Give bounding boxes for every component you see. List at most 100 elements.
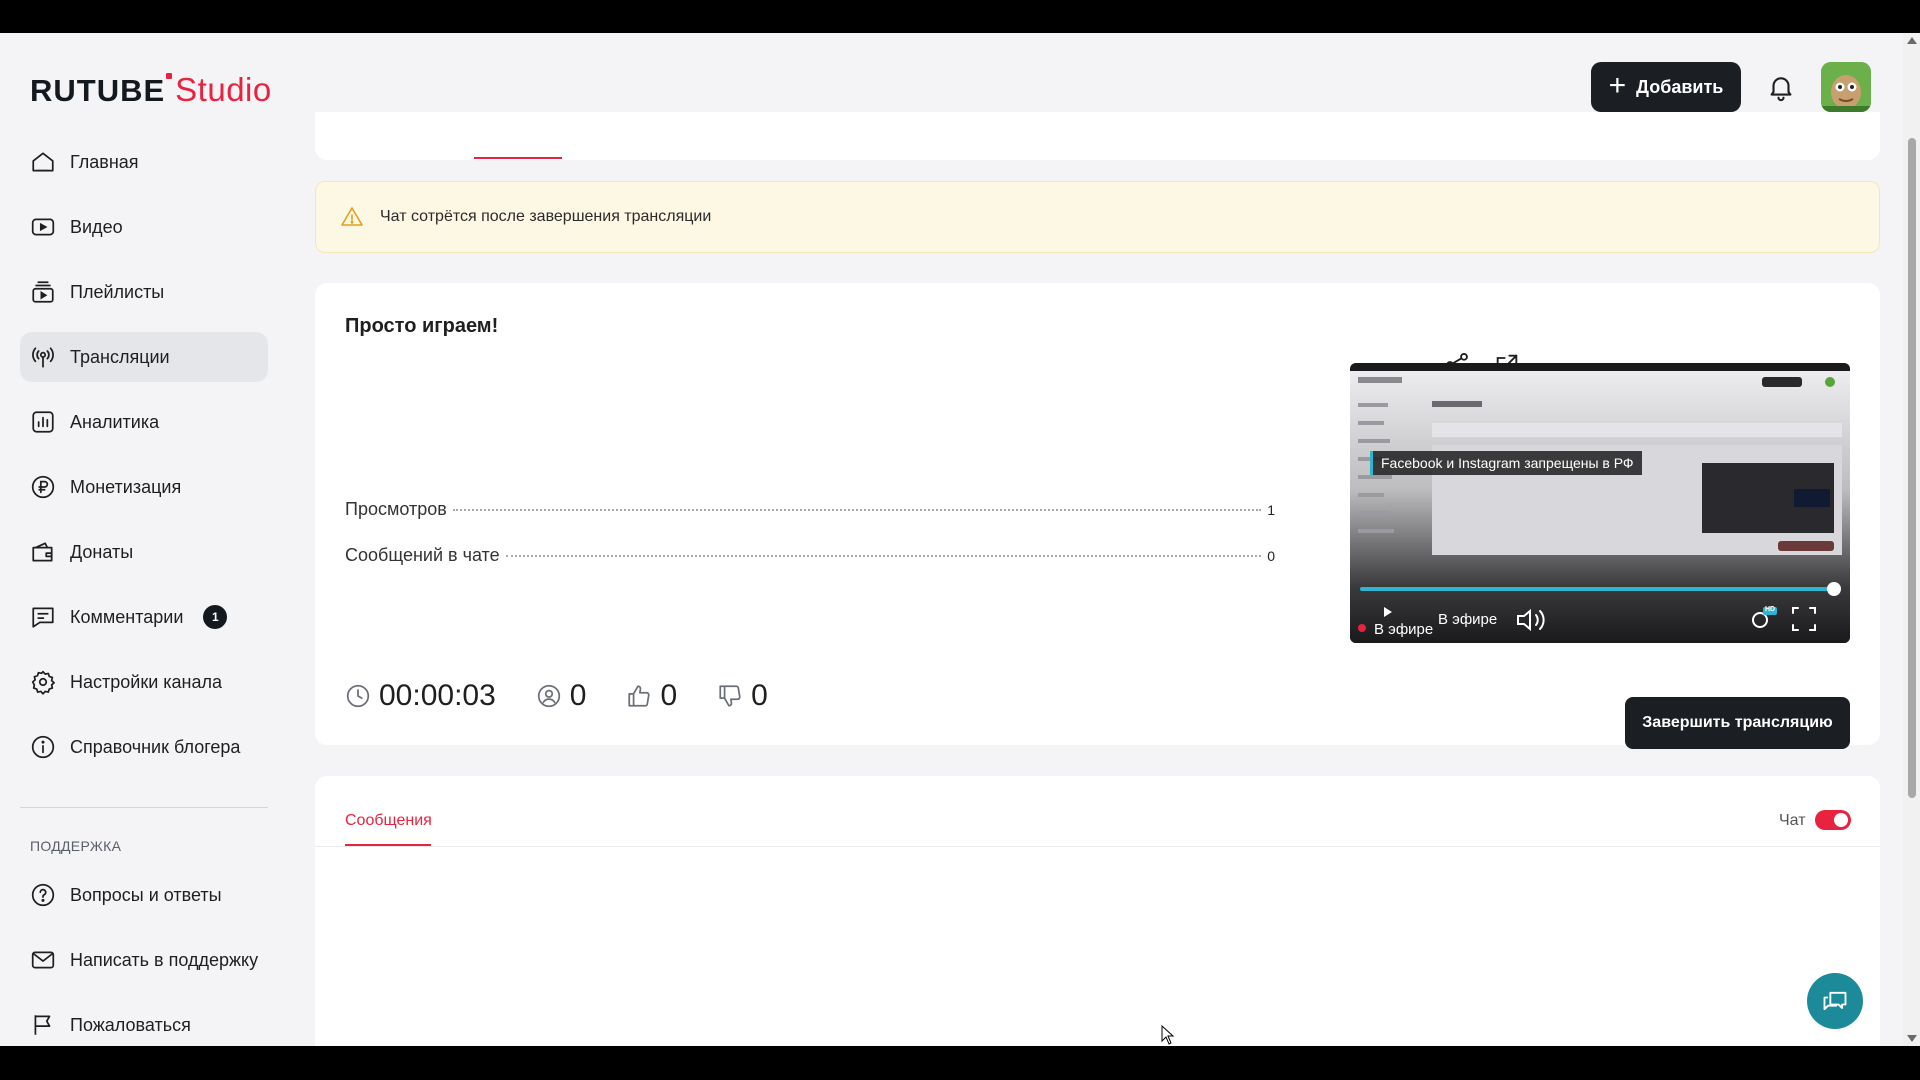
support-nav: Вопросы и ответы Написать в поддержку По… xyxy=(20,870,268,1046)
volume-icon[interactable] xyxy=(1510,607,1544,633)
stat-value: 1 xyxy=(1267,502,1275,518)
add-button[interactable]: + Добавить xyxy=(1591,62,1741,112)
chat-warning-banner: Чат сотрётся после завершения трансляции xyxy=(315,181,1880,253)
sidebar-item-label: Донаты xyxy=(70,541,134,562)
end-stream-button[interactable]: Завершить трансляцию xyxy=(1625,697,1850,749)
page-scrollbar[interactable] xyxy=(1903,33,1920,1046)
sidebar-item-faq[interactable]: Вопросы и ответы xyxy=(20,870,268,920)
stream-card: Просто играем! Просмотров 1 Сообщений в … xyxy=(315,283,1880,749)
sidebar-item-label: Настройки канала xyxy=(70,671,223,692)
sidebar-item-label: Главная xyxy=(70,151,139,172)
viewer-icon xyxy=(537,684,560,708)
wallet-icon xyxy=(32,542,53,562)
stream-metrics: 00:00:03 0 0 0 xyxy=(345,679,808,713)
metric-duration: 00:00:03 xyxy=(345,679,496,713)
mail-icon xyxy=(31,951,55,969)
bell-icon[interactable] xyxy=(1766,71,1796,103)
metric-viewers: 0 xyxy=(536,679,587,713)
chat-toggle-label: Чат xyxy=(1779,812,1806,829)
logo-studio: Studio xyxy=(175,71,272,108)
sidebar-item-channel-settings[interactable]: Настройки канала xyxy=(20,657,268,707)
video-icon xyxy=(31,218,55,236)
tab-messages[interactable]: Сообщения xyxy=(345,812,432,830)
player-live-label-partial: В эфире xyxy=(1438,611,1498,628)
sidebar-item-analytics[interactable]: Аналитика xyxy=(20,397,268,447)
sidebar-item-label: Видео xyxy=(70,216,123,237)
sidebar-item-home[interactable]: Главная xyxy=(20,137,268,187)
stat-value: 0 xyxy=(1267,548,1275,564)
sidebar-item-label: Вопросы и ответы xyxy=(70,884,222,905)
settings-icon[interactable] xyxy=(1748,607,1774,633)
metric-dislikes: 0 xyxy=(717,679,768,713)
add-button-label: Добавить xyxy=(1636,76,1724,97)
stat-views: Просмотров 1 xyxy=(345,499,1275,520)
sidebar-item-playlists[interactable]: Плейлисты xyxy=(20,267,268,317)
metric-likes: 0 xyxy=(626,679,677,713)
gear-icon xyxy=(31,670,55,695)
sidebar-item-comments[interactable]: Комментарии 1 xyxy=(20,592,268,642)
chat-bubbles-icon xyxy=(1823,991,1847,1011)
warning-icon xyxy=(341,207,363,226)
player-overlay-notice: Facebook и Instagram запрещены в РФ xyxy=(1370,451,1642,475)
sidebar-item-label: Справочник блогера xyxy=(70,736,241,757)
play-icon[interactable] xyxy=(1376,599,1400,623)
comments-count-badge: 1 xyxy=(203,605,228,629)
fullscreen-icon[interactable] xyxy=(1790,605,1818,633)
chat-divider xyxy=(315,846,1880,847)
viewers-value: 0 xyxy=(569,679,587,712)
warning-text: Чат сотрётся после завершения трансляции xyxy=(380,208,712,225)
info-icon xyxy=(31,735,55,759)
dislikes-value: 0 xyxy=(751,679,768,712)
stream-preview-player[interactable]: Facebook и Instagram запрещены в РФ В эф… xyxy=(1350,363,1850,643)
stat-label: Сообщений в чате xyxy=(345,545,500,565)
logo-dot xyxy=(166,73,173,79)
stream-title: Просто играем! xyxy=(345,315,499,337)
sidebar-divider xyxy=(20,807,268,808)
logo-rutube: RUTUBE xyxy=(30,73,166,108)
stat-label: Просмотров xyxy=(345,499,447,519)
scroll-down-arrow[interactable] xyxy=(1907,1035,1917,1042)
analytics-icon xyxy=(32,411,54,433)
sidebar-nav: Главная Видео Плейлисты Трансляции Анали… xyxy=(20,137,268,787)
studio-window: RUTUBE Studio + Добавить Главная Видео П… xyxy=(0,33,1920,1046)
sidebar-item-label: Написать в поддержку xyxy=(70,949,259,970)
sidebar-item-monetization[interactable]: Монетизация xyxy=(20,462,268,512)
sidebar-item-blogger-guide[interactable]: Справочник блогера xyxy=(20,722,268,772)
screen-bottom-bar xyxy=(0,1046,1920,1080)
ruble-icon xyxy=(31,475,55,499)
duration-value: 00:00:03 xyxy=(379,679,496,712)
sidebar-item-label: Монетизация xyxy=(70,476,182,497)
sidebar-item-donations[interactable]: Донаты xyxy=(20,527,268,577)
question-icon xyxy=(31,883,55,907)
sidebar-item-label: Трансляции xyxy=(70,346,170,367)
likes-value: 0 xyxy=(660,679,678,712)
sidebar-item-label: Аналитика xyxy=(70,411,160,432)
support-section-title: ПОДДЕРЖКА xyxy=(30,838,122,854)
stat-chat-messages: Сообщений в чате 0 xyxy=(345,545,1275,566)
comment-icon xyxy=(32,607,54,628)
sidebar-item-video[interactable]: Видео xyxy=(20,202,268,252)
clock-icon xyxy=(346,684,370,708)
flag-icon xyxy=(34,1015,51,1035)
scroll-up-arrow[interactable] xyxy=(1907,37,1917,44)
home-icon xyxy=(32,152,54,172)
sidebar-item-label: Пожаловаться xyxy=(70,1014,191,1035)
scrollbar-thumb[interactable] xyxy=(1908,138,1916,798)
thumbs-up-icon xyxy=(628,685,651,707)
sidebar-item-report[interactable]: Пожаловаться xyxy=(20,1000,268,1046)
chat-toggle[interactable] xyxy=(1815,810,1851,830)
rutube-studio-logo[interactable]: RUTUBE Studio xyxy=(30,71,272,109)
support-chat-button[interactable] xyxy=(1807,973,1863,1029)
avatar[interactable] xyxy=(1821,62,1871,112)
mouse-cursor-icon xyxy=(1161,1025,1175,1045)
dotted-leader xyxy=(452,509,1262,511)
sidebar-item-broadcasts[interactable]: Трансляции xyxy=(20,332,268,382)
player-live-label: В эфире xyxy=(1374,621,1434,638)
sidebar-item-contact-support[interactable]: Написать в поддержку xyxy=(20,935,268,985)
active-tab-indicator xyxy=(474,157,562,159)
player-recursive-preview xyxy=(1350,363,1850,643)
thumbs-down-icon xyxy=(719,685,741,707)
chat-panel: Сообщения Чат xyxy=(315,776,1880,1046)
broadcast-icon xyxy=(32,347,54,368)
sidebar-item-label: Комментарии xyxy=(70,606,184,627)
